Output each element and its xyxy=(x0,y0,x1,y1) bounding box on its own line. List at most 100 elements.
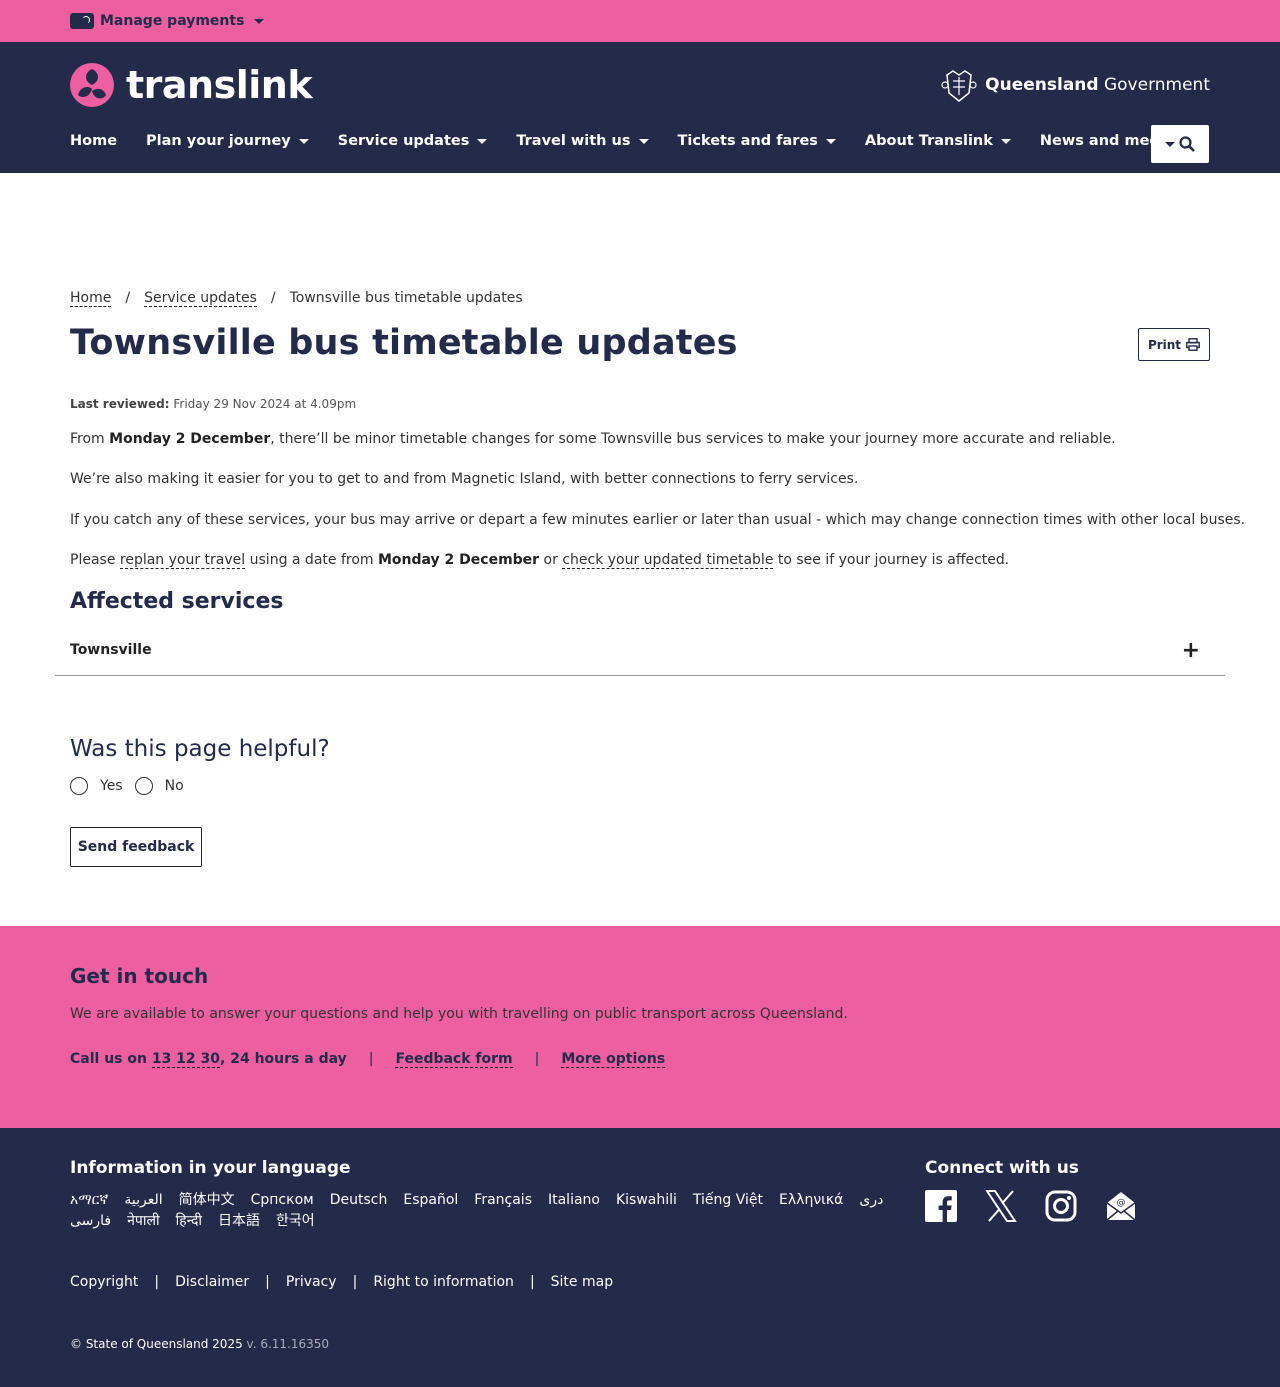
printer-icon xyxy=(1186,338,1200,351)
facebook-icon[interactable] xyxy=(925,1190,957,1222)
chevron-down-icon xyxy=(1165,141,1175,147)
timing-paragraph: If you catch any of these services, your… xyxy=(70,512,1246,528)
replan-paragraph: Please replan your travel using a date f… xyxy=(70,552,1010,569)
more-options-link[interactable]: More options xyxy=(561,1051,666,1068)
last-reviewed: Last reviewed: Friday 29 Nov 2024 at 4.0… xyxy=(70,397,356,411)
townsville-accordion[interactable]: Townsville + xyxy=(55,630,1225,676)
get-in-touch-heading: Get in touch xyxy=(70,964,209,988)
lang-italian[interactable]: Italiano xyxy=(548,1190,600,1211)
get-in-touch-text: We are available to answer your question… xyxy=(70,1006,848,1022)
helpful-heading: Was this page helpful? xyxy=(70,736,330,762)
last-reviewed-value: Friday 29 Nov 2024 at 4.09pm xyxy=(173,397,357,411)
crest-icon xyxy=(941,70,977,102)
translink-logo[interactable]: translink xyxy=(70,63,313,107)
no-option[interactable]: No xyxy=(134,777,184,795)
intro-paragraph: From Monday 2 December, there’ll be mino… xyxy=(70,431,1116,447)
lang-chinese[interactable]: 简体中文 xyxy=(179,1190,235,1211)
main-nav: Home Plan your journey Service updates T… xyxy=(70,133,1222,149)
separator: | xyxy=(265,1274,270,1290)
nav-plan-your-journey[interactable]: Plan your journey xyxy=(146,133,309,149)
lang-greek[interactable]: Ελληνικά xyxy=(779,1190,843,1211)
separator: | xyxy=(154,1274,160,1290)
send-feedback-button[interactable]: Send feedback xyxy=(70,827,202,867)
affected-services-heading: Affected services xyxy=(70,589,284,614)
breadcrumb-separator: / xyxy=(125,290,131,306)
social-links: @ xyxy=(925,1190,1137,1222)
lang-vietnamese[interactable]: Tiếng Việt xyxy=(693,1190,763,1211)
separator: | xyxy=(352,1274,358,1290)
site-header: translink Queensland Government Home Pla… xyxy=(0,42,1280,173)
version-number: v. 6.11.16350 xyxy=(246,1337,330,1351)
contact-links: Call us on 13 12 30, 24 hours a day | Fe… xyxy=(70,1051,666,1068)
nav-travel-with-us[interactable]: Travel with us xyxy=(516,133,649,149)
nav-service-updates[interactable]: Service updates xyxy=(338,133,488,149)
lang-swahili[interactable]: Kiswahili xyxy=(616,1190,677,1211)
email-icon[interactable]: @ xyxy=(1105,1190,1137,1222)
lang-nepali[interactable]: नेपाली xyxy=(127,1211,159,1232)
nav-about-translink[interactable]: About Translink xyxy=(865,133,1011,149)
queensland-government-logo[interactable]: Queensland Government xyxy=(939,65,1210,105)
card-icon xyxy=(70,13,94,29)
lang-amharic[interactable]: አማርኛ xyxy=(70,1190,108,1211)
breadcrumb-service-updates[interactable]: Service updates xyxy=(144,290,257,307)
language-links: አማርኛ العربية 简体中文 Српском Deutsch Españo… xyxy=(70,1190,900,1232)
instagram-icon[interactable] xyxy=(1045,1190,1077,1222)
manage-payments-menu[interactable]: Manage payments xyxy=(70,13,265,29)
lang-spanish[interactable]: Español xyxy=(403,1190,458,1211)
replan-travel-link[interactable]: replan your travel xyxy=(119,552,246,569)
lang-french[interactable]: Français xyxy=(474,1190,532,1211)
gov-name-rest: Government xyxy=(1098,75,1210,95)
separator: | xyxy=(534,1051,540,1067)
gov-name-bold: Queensland xyxy=(985,75,1099,95)
nav-tickets-and-fares[interactable]: Tickets and fares xyxy=(678,133,836,149)
site-map-link[interactable]: Site map xyxy=(551,1274,613,1290)
yes-radio[interactable] xyxy=(70,777,88,795)
privacy-link[interactable]: Privacy xyxy=(286,1274,337,1290)
language-heading: Information in your language xyxy=(70,1158,351,1178)
print-button[interactable]: Print xyxy=(1138,328,1210,361)
lang-serbian[interactable]: Српском xyxy=(251,1190,314,1211)
nav-home[interactable]: Home xyxy=(70,133,117,149)
logo-wordmark: translink xyxy=(126,63,313,107)
print-label: Print xyxy=(1147,337,1182,352)
breadcrumb-home[interactable]: Home xyxy=(70,290,112,307)
accordion-label: Townsville xyxy=(70,642,152,658)
chevron-down-icon xyxy=(1000,138,1011,144)
updated-timetable-link[interactable]: check your updated timetable xyxy=(562,552,774,569)
top-bar: Manage payments xyxy=(0,0,1280,42)
breadcrumb: Home / Service updates / Townsville bus … xyxy=(70,290,523,307)
phone-link[interactable]: 13 12 30 xyxy=(151,1051,221,1068)
search-icon xyxy=(1179,136,1195,152)
lang-japanese[interactable]: 日本語 xyxy=(218,1211,260,1232)
lang-farsi[interactable]: فارسی xyxy=(70,1211,111,1232)
lang-arabic[interactable]: العربية xyxy=(124,1190,162,1211)
chevron-down-icon xyxy=(254,18,265,24)
breadcrumb-current: Townsville bus timetable updates xyxy=(289,290,523,306)
right-to-information-link[interactable]: Right to information xyxy=(373,1274,514,1290)
copyright-link[interactable]: Copyright xyxy=(70,1274,138,1290)
translink-logo-icon xyxy=(70,63,114,107)
separator: | xyxy=(529,1274,535,1290)
chevron-down-icon xyxy=(638,138,649,144)
helpful-options: Yes No xyxy=(70,777,196,795)
lang-german[interactable]: Deutsch xyxy=(330,1190,388,1211)
search-button[interactable] xyxy=(1151,125,1209,163)
lang-dari[interactable]: دری xyxy=(859,1190,883,1211)
magnetic-island-paragraph: We’re also making it easier for you to g… xyxy=(70,471,859,487)
disclaimer-link[interactable]: Disclaimer xyxy=(175,1274,249,1290)
chevron-down-icon xyxy=(298,138,309,144)
no-radio[interactable] xyxy=(134,777,153,795)
lang-korean[interactable]: 한국어 xyxy=(276,1211,315,1232)
chevron-down-icon xyxy=(825,138,836,144)
x-icon[interactable] xyxy=(985,1190,1017,1222)
last-reviewed-label: Last reviewed: xyxy=(70,397,170,411)
call-us-text: Call us on 13 12 30, 24 hours a day xyxy=(70,1051,347,1068)
yes-option[interactable]: Yes xyxy=(70,777,123,795)
manage-payments-label: Manage payments xyxy=(100,13,245,29)
feedback-form-link[interactable]: Feedback form xyxy=(395,1051,513,1068)
separator: | xyxy=(368,1051,374,1067)
chevron-down-icon xyxy=(477,138,488,144)
copyright-notice: © State of Queensland 2025 v. 6.11.16350 xyxy=(70,1337,330,1351)
lang-hindi[interactable]: हिन्दी xyxy=(176,1211,202,1232)
site-footer: Information in your language አማርኛ العربي… xyxy=(0,1128,1280,1387)
